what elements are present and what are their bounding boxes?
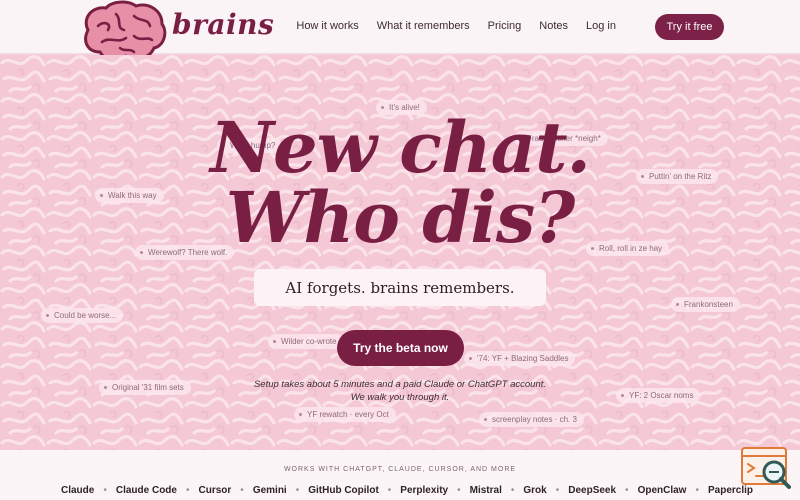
try-it-free-button[interactable]: Try it free [655, 14, 724, 40]
works-with-strip: WORKS WITH CHATGPT, CLAUDE, CURSOR, AND … [0, 450, 800, 500]
floating-note: screenplay notes · ch. 3 [479, 412, 584, 427]
separator-dot: • [510, 485, 515, 496]
headline-line-1: New chat. [210, 106, 591, 189]
tool-name: Grok [523, 485, 547, 496]
tool-name: Claude Code [115, 485, 177, 496]
tool-name: Mistral [469, 485, 502, 496]
setup-note: Setup takes about 5 minutes and a paid C… [0, 378, 800, 404]
floating-note: Could be worse... [41, 308, 124, 323]
separator-dot: • [240, 485, 244, 496]
hero-section: It's alive! What hump? Frau Blücher *nei… [0, 55, 800, 450]
nav-link-pricing[interactable]: Pricing [488, 20, 522, 32]
nav-link-how-it-works[interactable]: How it works [296, 20, 358, 32]
separator-dot: • [695, 485, 699, 496]
setup-note-line-1: Setup takes about 5 minutes and a paid C… [253, 379, 547, 390]
nav-links: How it works What it remembers Pricing N… [296, 20, 616, 32]
setup-note-line-2: We walk you through it. [350, 392, 450, 403]
tool-name: DeepSeek [568, 485, 617, 496]
floating-note: YF rewatch · every Oct [294, 407, 396, 422]
tool-list: Claude • Claude Code • Cursor • Gemini • Git… [61, 485, 753, 496]
nav-link-notes[interactable]: Notes [539, 20, 568, 32]
try-beta-button[interactable]: Try the beta now [337, 330, 464, 366]
separator-dot: • [555, 485, 560, 496]
separator-dot: • [295, 485, 300, 496]
tool-name: Claude [61, 485, 95, 496]
tool-name: Perplexity [400, 485, 449, 496]
separator-dot: • [185, 485, 190, 496]
separator-dot: • [387, 485, 392, 496]
tool-name: GitHub Copilot [308, 485, 379, 496]
tool-name: Gemini [252, 485, 287, 496]
search-widget-icon[interactable] [740, 446, 792, 490]
separator-dot: • [103, 485, 107, 496]
works-with-heading: WORKS WITH CHATGPT, CLAUDE, CURSOR, AND … [283, 466, 517, 473]
nav-link-log-in[interactable]: Log in [586, 20, 616, 32]
nav-link-what-it-remembers[interactable]: What it remembers [377, 20, 470, 32]
floating-note: Frankonsteen [671, 297, 740, 312]
headline-line-2: Who dis? [225, 176, 576, 259]
brand-name[interactable]: brains [172, 8, 274, 41]
tool-name: OpenClaw [637, 485, 687, 496]
tagline: AI forgets. brains remembers. [254, 269, 546, 306]
tool-name: Cursor [198, 485, 232, 496]
separator-dot: • [457, 485, 461, 496]
top-nav: brains How it works What it remembers Pr… [0, 0, 800, 61]
floating-note: Wilder co-wrote [268, 334, 344, 349]
floating-note: '74: YF + Blazing Saddles [464, 351, 576, 366]
separator-dot: • [625, 485, 629, 496]
